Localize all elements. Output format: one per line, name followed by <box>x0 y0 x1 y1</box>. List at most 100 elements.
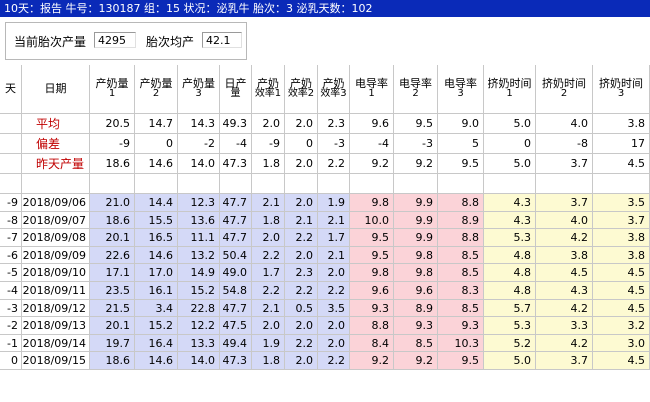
table-cell[interactable]: 4.3 <box>536 282 593 300</box>
table-cell[interactable]: 9.8 <box>350 264 394 282</box>
date-cell[interactable]: 2018/09/11 <box>22 282 90 300</box>
summary-cell[interactable]: 14.7 <box>135 114 178 134</box>
table-cell[interactable]: 4.5 <box>593 299 650 318</box>
table-cell[interactable]: 3.7 <box>593 211 650 230</box>
day-index-cell[interactable]: -1 <box>0 334 22 353</box>
date-cell[interactable]: 2018/09/12 <box>22 299 90 318</box>
summary-cell[interactable]: 9.0 <box>438 114 484 134</box>
table-cell[interactable]: 4.2 <box>536 299 593 318</box>
table-cell[interactable]: 3.2 <box>593 317 650 335</box>
table-cell[interactable]: 2.2 <box>252 246 285 265</box>
summary-cell[interactable]: 47.3 <box>220 154 252 174</box>
table-cell[interactable]: 14.6 <box>135 352 178 370</box>
table-cell[interactable]: 3.7 <box>536 194 593 212</box>
column-header[interactable]: 挤奶时间 2 <box>536 65 593 114</box>
table-cell[interactable]: 9.3 <box>394 317 438 335</box>
date-cell[interactable]: 2018/09/10 <box>22 264 90 282</box>
column-header[interactable]: 天 <box>0 65 22 114</box>
summary-cell[interactable]: -9 <box>90 134 135 154</box>
table-cell[interactable]: 1.7 <box>318 229 350 247</box>
table-cell[interactable]: 22.6 <box>90 246 135 265</box>
table-cell[interactable]: 2.1 <box>252 194 285 212</box>
table-cell[interactable]: 4.5 <box>593 264 650 282</box>
table-cell[interactable]: 47.7 <box>220 194 252 212</box>
table-cell[interactable]: 47.3 <box>220 352 252 370</box>
table-cell[interactable]: 3.5 <box>318 299 350 318</box>
summary-cell[interactable]: 9.5 <box>438 154 484 174</box>
table-cell[interactable]: 47.7 <box>220 211 252 230</box>
summary-cell[interactable]: -9 <box>252 134 285 154</box>
table-cell[interactable]: 1.9 <box>318 194 350 212</box>
column-header[interactable]: 电导率 2 <box>394 65 438 114</box>
table-cell[interactable]: 3.3 <box>536 317 593 335</box>
table-cell[interactable]: 8.5 <box>438 246 484 265</box>
table-cell[interactable]: 14.0 <box>178 352 220 370</box>
table-cell[interactable]: 14.6 <box>135 246 178 265</box>
date-cell[interactable]: 2018/09/06 <box>22 194 90 212</box>
table-cell[interactable]: 3.0 <box>593 334 650 353</box>
table-cell[interactable]: 49.4 <box>220 334 252 353</box>
summary-cell[interactable]: 9.2 <box>394 154 438 174</box>
table-cell[interactable]: 2.0 <box>252 317 285 335</box>
table-cell[interactable]: 19.7 <box>90 334 135 353</box>
table-cell[interactable]: 4.5 <box>593 352 650 370</box>
table-cell[interactable]: 2.2 <box>252 282 285 300</box>
table-cell[interactable]: 2.1 <box>285 211 318 230</box>
day-index-cell[interactable]: -7 <box>0 229 22 247</box>
table-cell[interactable]: 15.2 <box>135 317 178 335</box>
summary-cell[interactable]: 14.0 <box>178 154 220 174</box>
table-cell[interactable]: 9.6 <box>350 282 394 300</box>
table-cell[interactable]: 9.5 <box>350 246 394 265</box>
table-cell[interactable]: 2.1 <box>252 299 285 318</box>
table-cell[interactable]: 4.8 <box>484 246 536 265</box>
summary-cell[interactable]: 17 <box>593 134 650 154</box>
day-index-cell[interactable]: -2 <box>0 317 22 335</box>
summary-cell[interactable]: 20.5 <box>90 114 135 134</box>
table-cell[interactable]: 47.7 <box>220 229 252 247</box>
summary-cell[interactable]: 4.5 <box>593 154 650 174</box>
day-index-cell[interactable]: 0 <box>0 352 22 370</box>
summary-cell[interactable]: 5.0 <box>484 154 536 174</box>
day-index-cell[interactable]: -8 <box>0 211 22 230</box>
table-cell[interactable]: 2.0 <box>252 229 285 247</box>
day-index-cell[interactable]: -6 <box>0 246 22 265</box>
table-cell[interactable]: 12.3 <box>178 194 220 212</box>
column-header[interactable]: 挤奶时间 3 <box>593 65 650 114</box>
summary-cell[interactable]: 5.0 <box>484 114 536 134</box>
table-cell[interactable]: 4.0 <box>536 211 593 230</box>
summary-cell[interactable]: 3.7 <box>536 154 593 174</box>
summary-cell[interactable]: -2 <box>178 134 220 154</box>
table-cell[interactable]: 9.9 <box>394 194 438 212</box>
table-cell[interactable]: 4.8 <box>484 282 536 300</box>
parity-avg-field[interactable]: 42.1 <box>202 32 242 48</box>
table-cell[interactable]: 9.8 <box>394 246 438 265</box>
column-header[interactable]: 挤奶时间 1 <box>484 65 536 114</box>
table-cell[interactable]: 2.0 <box>318 264 350 282</box>
summary-cell[interactable]: -4 <box>220 134 252 154</box>
column-header[interactable]: 产奶量 3 <box>178 65 220 114</box>
table-cell[interactable]: 23.5 <box>90 282 135 300</box>
column-header[interactable]: 电导率 3 <box>438 65 484 114</box>
table-cell[interactable]: 5.0 <box>484 352 536 370</box>
table-cell[interactable]: 3.5 <box>593 194 650 212</box>
table-cell[interactable]: 2.1 <box>318 246 350 265</box>
table-cell[interactable]: 47.7 <box>220 299 252 318</box>
table-cell[interactable]: 9.9 <box>394 229 438 247</box>
table-cell[interactable]: 2.0 <box>318 334 350 353</box>
table-cell[interactable]: 1.8 <box>252 352 285 370</box>
summary-cell[interactable]: 1.8 <box>252 154 285 174</box>
table-cell[interactable]: 15.2 <box>178 282 220 300</box>
column-header[interactable]: 产奶 效率3 <box>318 65 350 114</box>
column-header[interactable]: 产奶 效率1 <box>252 65 285 114</box>
day-index-cell[interactable]: -4 <box>0 282 22 300</box>
table-cell[interactable]: 11.1 <box>178 229 220 247</box>
table-cell[interactable]: 4.5 <box>593 282 650 300</box>
summary-cell[interactable]: 5 <box>438 134 484 154</box>
table-cell[interactable]: 16.4 <box>135 334 178 353</box>
table-cell[interactable]: 9.5 <box>350 229 394 247</box>
table-cell[interactable]: 12.2 <box>178 317 220 335</box>
table-cell[interactable]: 4.3 <box>484 194 536 212</box>
table-cell[interactable]: 3.8 <box>593 246 650 265</box>
table-cell[interactable]: 14.4 <box>135 194 178 212</box>
table-cell[interactable]: 3.8 <box>536 246 593 265</box>
